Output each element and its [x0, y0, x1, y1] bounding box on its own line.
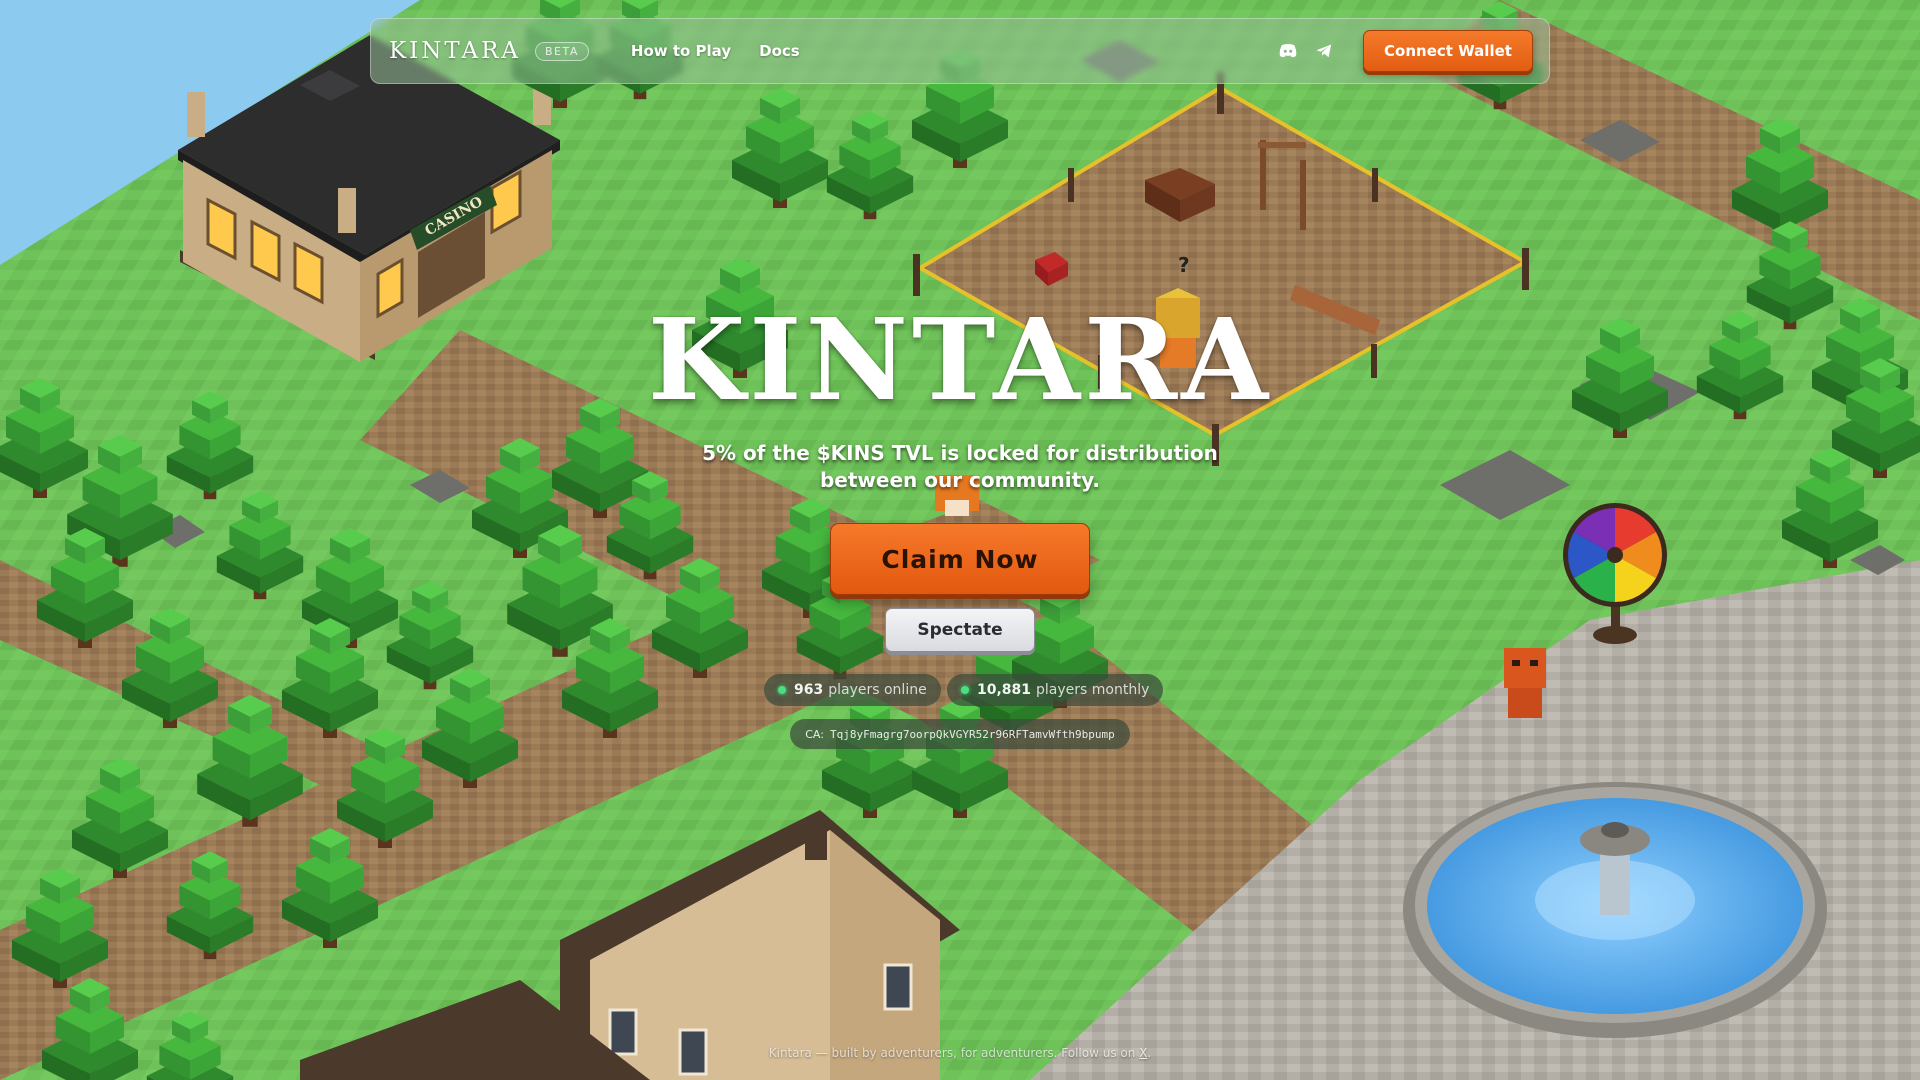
- beta-badge: BETA: [535, 41, 589, 61]
- player-character: [1504, 648, 1546, 718]
- monthly-status-icon: [961, 686, 969, 694]
- footer-end: .: [1147, 1046, 1152, 1060]
- footer-credit: Kintara — built by adventurers, for adve…: [660, 1046, 1260, 1060]
- fountain: [1403, 782, 1827, 1038]
- players-monthly-badge: 10,881 players monthly: [947, 674, 1164, 706]
- players-monthly-label: players monthly: [1036, 682, 1150, 698]
- nav-link-how-to-play[interactable]: How to Play: [631, 42, 731, 60]
- svg-text:?: ?: [1178, 253, 1190, 277]
- telegram-icon[interactable]: [1313, 40, 1335, 62]
- players-online-count: 963: [794, 682, 824, 698]
- top-navbar: KINTARA BETA How to Play Docs Connect Wa…: [370, 18, 1550, 84]
- brand-logo[interactable]: KINTARA: [389, 38, 521, 64]
- connect-wallet-button[interactable]: Connect Wallet: [1363, 30, 1533, 72]
- footer-text: Kintara — built by adventurers, for adve…: [768, 1046, 1136, 1060]
- players-online-badge: 963 players online: [764, 674, 941, 706]
- hero-title: KINTARA: [647, 295, 1273, 426]
- contract-address-value[interactable]: Tqj8yFmagrg7oorpQkVGYR52r96RFTamvWfth9bp…: [830, 728, 1115, 741]
- players-online-label: players online: [828, 682, 927, 698]
- players-monthly-count: 10,881: [977, 682, 1032, 698]
- spectate-button[interactable]: Spectate: [885, 608, 1035, 652]
- hero-subtitle: 5% of the $KINS TVL is locked for distri…: [702, 441, 1218, 492]
- online-status-icon: [778, 686, 786, 694]
- nav-link-docs[interactable]: Docs: [759, 42, 800, 60]
- contract-address-badge[interactable]: CA: Tqj8yFmagrg7oorpQkVGYR52r96RFTamvWft…: [790, 719, 1130, 749]
- discord-icon[interactable]: [1277, 40, 1299, 62]
- claim-now-button[interactable]: Claim Now: [830, 523, 1090, 595]
- contract-address-label: CA:: [805, 727, 824, 741]
